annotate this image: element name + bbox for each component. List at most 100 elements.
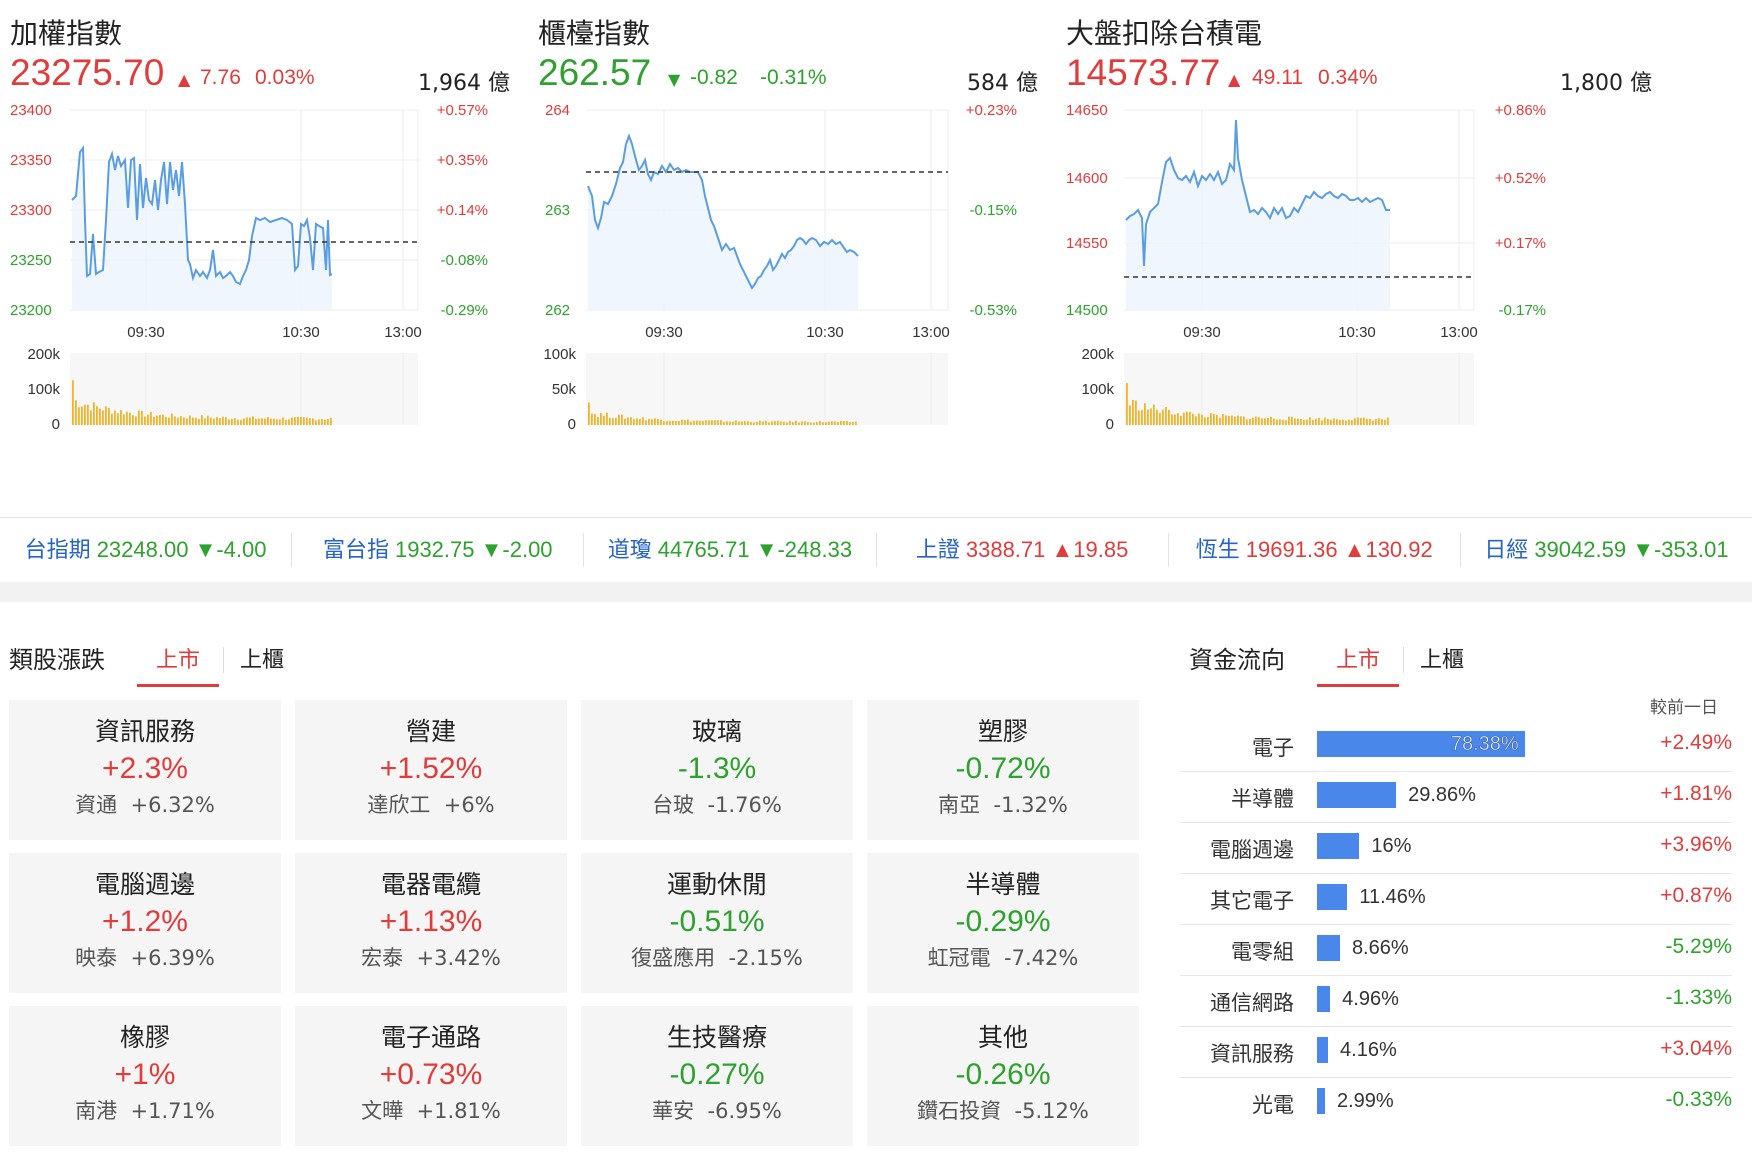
ticker-item[interactable]: 台指期 23248.00 ▼-4.00 — [0, 533, 293, 567]
volume-bar — [765, 420, 767, 425]
sector-card[interactable]: 電腦週邊 +1.2% 映泰 +6.39% — [9, 853, 281, 993]
tab-listed[interactable]: 上市 — [137, 642, 219, 687]
volume-bar — [240, 419, 242, 425]
sector-card[interactable]: 運動休閒 -0.51% 復盛應用 -2.15% — [581, 853, 853, 993]
time-tick: 13:00 — [384, 324, 422, 341]
flow-share: 4.96% — [1342, 988, 1399, 1010]
sector-card[interactable]: 生技醫療 -0.27% 華安 -6.95% — [581, 1006, 853, 1146]
sector-name: 電腦週邊 — [94, 870, 195, 899]
volume-bar — [804, 421, 806, 425]
volume-bar — [210, 417, 212, 425]
ticker-item[interactable]: 上證 3388.71 ▲19.85 — [877, 533, 1169, 567]
intraday-line-chart[interactable]: 14650 14600 14550 14500 +0.86% +0.52% +0… — [1066, 100, 1566, 345]
fund-flow-row[interactable]: 半導體 29.86% +1.81% — [1180, 772, 1732, 823]
flow-share: 8.66% — [1351, 937, 1409, 959]
compare-note: 較前一日 — [1650, 698, 1718, 718]
volume-tick: 200k — [1081, 346, 1114, 363]
volume-bar — [789, 420, 791, 425]
volume-bar — [252, 416, 254, 425]
tab-otc[interactable]: 上櫃 — [1414, 642, 1470, 687]
intraday-line-chart[interactable]: 23400 23350 23300 23250 23200 +0.57% +0.… — [10, 100, 510, 345]
tab-listed[interactable]: 上市 — [1317, 642, 1399, 687]
volume-bar — [687, 419, 689, 425]
ticker-item[interactable]: 恆生 19691.36 ▲130.92 — [1169, 533, 1461, 567]
leading-stock: 達欣工 +6% — [295, 790, 567, 820]
section-divider — [0, 582, 1752, 602]
volume-bar — [1285, 420, 1287, 425]
sector-card[interactable]: 半導體 -0.29% 虹冠電 -7.42% — [867, 853, 1139, 993]
volume-bar — [90, 410, 92, 425]
volume-bar — [780, 421, 782, 425]
fund-flow-row[interactable]: 資訊服務 4.16% +3.04% — [1180, 1027, 1732, 1078]
volume-bar — [612, 418, 614, 425]
volume-bar — [120, 410, 122, 425]
sector-card[interactable]: 玻璃 -1.3% 台玻 -1.76% — [581, 700, 853, 840]
index-panel-otc[interactable]: 櫃檯指數 262.57 ▼ -0.82 -0.31% 584 億 264 263… — [538, 0, 1098, 505]
stock-pct: -1.32% — [993, 793, 1068, 817]
volume-bar — [108, 408, 110, 425]
volume-bar — [1249, 418, 1251, 425]
volume-bar — [702, 420, 704, 425]
index-panel-taiex[interactable]: 加權指數 23275.70 ▲ 7.76 0.03% 1,964 億 23400… — [10, 0, 570, 505]
flow-bar — [1317, 986, 1331, 1012]
stock-name: 達欣工 — [367, 793, 431, 817]
fund-flow-row[interactable]: 電子 78.38% +2.49% — [1180, 721, 1732, 772]
flow-change: +1.81% — [1660, 782, 1732, 805]
volume-bar — [1165, 407, 1167, 425]
stock-name: 復盛應用 — [631, 946, 716, 970]
volume-bar — [1174, 414, 1176, 425]
volume-bar — [681, 419, 683, 425]
ticker-value: 3388.71 — [965, 537, 1046, 562]
volume-bar — [93, 402, 95, 425]
fund-flow-row[interactable]: 光電 2.99% -0.33% — [1180, 1078, 1732, 1129]
price-tick: 23250 — [10, 252, 52, 269]
volume-bar — [306, 417, 308, 425]
sector-card[interactable]: 資訊服務 +2.3% 資通 +6.32% — [9, 700, 281, 840]
volume-bar — [126, 411, 128, 425]
pct-axis: +0.86% +0.52% +0.17% -0.17% — [1495, 102, 1546, 319]
ticker-change: ▲19.85 — [1051, 537, 1129, 562]
sector-card[interactable]: 營建 +1.52% 達欣工 +6% — [295, 700, 567, 840]
volume-bar — [798, 422, 800, 425]
volume-bar — [792, 422, 794, 425]
ticker-item[interactable]: 道瓊 44765.71 ▼-248.33 — [584, 533, 877, 567]
sector-card[interactable]: 電器電纜 +1.13% 宏泰 +3.42% — [295, 853, 567, 993]
index-panel-ex-tsmc[interactable]: 大盤扣除台積電 14573.77 ▲ 49.11 0.34% 1,800 億 1… — [1066, 0, 1652, 505]
volume-bar — [297, 416, 299, 425]
volume-bar — [114, 410, 116, 425]
volume-bar — [750, 422, 752, 425]
fund-flow-row[interactable]: 電零組 8.66% -5.29% — [1180, 925, 1732, 976]
volume-bar — [597, 416, 599, 425]
fund-flow-row[interactable]: 通信網路 4.96% -1.33% — [1180, 976, 1732, 1027]
fund-flow-row[interactable]: 電腦週邊 16% +3.96% — [1180, 823, 1732, 874]
sector-card[interactable]: 其他 -0.26% 鑽石投資 -5.12% — [867, 1006, 1139, 1146]
volume-bar — [159, 415, 161, 425]
volume-bar — [138, 410, 140, 425]
volume-bar — [1372, 420, 1374, 425]
volume-bar — [270, 418, 272, 425]
tab-otc[interactable]: 上櫃 — [234, 642, 290, 687]
intraday-line-chart[interactable]: 264 263 262 +0.23% -0.15% -0.53% 09:30 1… — [538, 100, 1038, 345]
volume-bar — [1345, 420, 1347, 425]
volume-bar — [705, 420, 707, 425]
fund-flow-row[interactable]: 其它電子 11.46% +0.87% — [1180, 874, 1732, 925]
ticker-name: 富台指 — [322, 538, 389, 563]
pct-tick: -0.17% — [1498, 302, 1546, 319]
stock-pct: -2.15% — [728, 946, 803, 970]
sector-card[interactable]: 橡膠 +1% 南港 +1.71% — [9, 1006, 281, 1146]
sector-card[interactable]: 塑膠 -0.72% 南亞 -1.32% — [867, 700, 1139, 840]
volume-bar — [747, 421, 749, 425]
volume-bar — [1267, 417, 1269, 425]
pct-tick: +0.52% — [1495, 170, 1546, 187]
ticker-item[interactable]: 日經 39042.59 ▼-353.01 — [1461, 533, 1752, 567]
sector-card[interactable]: 電子通路 +0.73% 文曄 +1.81% — [295, 1006, 567, 1146]
sector-name: 運動休閒 — [666, 870, 767, 899]
ticker-item[interactable]: 富台指 1932.75 ▼-2.00 — [292, 533, 585, 567]
sector-pct: +0.73% — [379, 1058, 483, 1091]
volume-bar — [1240, 416, 1242, 425]
stock-name: 台玻 — [652, 793, 695, 817]
volume-bar — [1357, 417, 1359, 425]
volume-bar — [1204, 417, 1206, 425]
time-tick: 09:30 — [645, 324, 683, 341]
price-tick: 263 — [545, 202, 570, 219]
